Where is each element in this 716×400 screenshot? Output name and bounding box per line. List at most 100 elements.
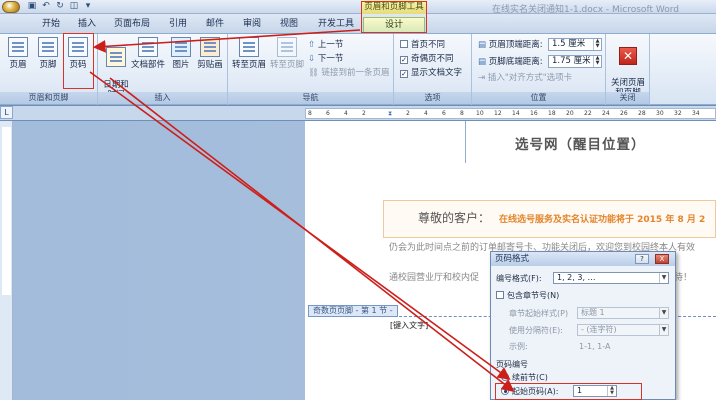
spinner-arrows-icon[interactable]: ▲ ▼ — [593, 39, 601, 50]
link-to-previous-button[interactable]: ⛓ 链接到前一条页眉 — [308, 67, 390, 79]
show-document-text-checkbox[interactable]: ✓ 显示文档文字 — [400, 67, 462, 79]
ribbon: 页眉 页脚 页码 页眉和页脚 日期和 时间 文档部件 — [0, 33, 716, 105]
page-number-format-dialog: 页码格式 ? X 编号格式(F): 1, 2, 3, … ▼ 包含章节号(N) … — [490, 251, 676, 400]
ruler-tick: 30 — [656, 110, 664, 117]
date-time-button[interactable]: 日期和 时间 — [102, 37, 130, 100]
first-page-different-box — [400, 40, 408, 48]
start-at-highlight — [495, 383, 642, 400]
customize-qat-icon[interactable]: ▾ — [82, 1, 94, 12]
picture-icon — [171, 37, 191, 57]
header-label: 页眉 — [9, 60, 27, 70]
dialog-close-button[interactable]: X — [655, 254, 669, 264]
header-top-distance-label: ▤ 页眉顶端距离: — [478, 39, 543, 51]
example-value: 1-1, 1-A — [579, 342, 611, 351]
header-top-text: 页眉顶端距离: — [488, 40, 543, 50]
tab-page-layout[interactable]: 页面布局 — [112, 17, 152, 33]
redo-icon[interactable]: ↻ — [54, 1, 66, 12]
number-format-select[interactable]: 1, 2, 3, … ▼ — [553, 272, 669, 284]
doc-parts-label: 文档部件 — [130, 60, 165, 70]
ruler-tick: 4 — [424, 110, 428, 117]
clipart-button[interactable]: 剪贴画 — [196, 37, 224, 89]
group-insert: 日期和 时间 文档部件 图片 剪贴画 插入 — [98, 34, 228, 105]
insert-alignment-tab-button[interactable]: ⇥ 插入"对齐方式"选项卡 — [478, 72, 572, 84]
dropdown-arrow-icon: ▼ — [659, 273, 668, 283]
continue-previous-radio[interactable]: 续前节(C) — [501, 372, 548, 383]
tab-review[interactable]: 审阅 — [239, 17, 265, 33]
ribbon-tabs: 开始 插入 页面布局 引用 邮件 审阅 视图 开发工具 设计 — [0, 14, 716, 33]
prev-section-button[interactable]: ⇧ 上一节 — [308, 39, 343, 51]
goto-footer-label: 转至页脚 — [270, 60, 305, 70]
tab-developer[interactable]: 开发工具 — [311, 17, 361, 33]
group-label-header-footer: 页眉和页脚 — [0, 92, 97, 104]
group-label-position: 位置 — [472, 92, 605, 104]
group-label-insert: 插入 — [98, 92, 227, 104]
tab-mailings[interactable]: 邮件 — [202, 17, 228, 33]
page-number-highlight — [63, 33, 94, 89]
body-text-line-2[interactable]: 通校园营业厅和校内促 — [389, 270, 479, 283]
office-button[interactable] — [2, 1, 20, 13]
odd-even-different-label: 奇偶页不同 — [411, 54, 454, 64]
save-icon[interactable]: ▣ — [26, 1, 38, 12]
group-label-options: 选项 — [394, 92, 471, 104]
tab-references[interactable]: 引用 — [165, 17, 191, 33]
header-text[interactable]: 选号网（醒目位置） — [515, 133, 646, 153]
tab-insert[interactable]: 插入 — [74, 17, 100, 33]
goto-header-label: 转至页眉 — [232, 60, 267, 70]
undo-icon[interactable]: ↶ — [40, 1, 52, 12]
footer-button[interactable]: 页脚 — [36, 37, 60, 89]
separator-value: - (连字符) — [581, 325, 617, 334]
show-document-text-label: 显示文档文字 — [411, 68, 463, 78]
horizontal-ruler[interactable]: 8 6 4 2 ⧗ 2 4 6 8 10 12 14 16 18 20 22 2… — [305, 108, 716, 119]
ruler-tick: 6 — [326, 110, 330, 117]
help-button[interactable]: ? — [635, 254, 649, 264]
greeting-text[interactable]: 尊敬的客户： — [418, 209, 490, 226]
tab-home[interactable]: 开始 — [38, 17, 64, 33]
first-page-different-label: 首页不同 — [411, 40, 446, 50]
vertical-ruler[interactable] — [0, 121, 13, 400]
tab-view[interactable]: 视图 — [276, 17, 302, 33]
group-label-close: 关闭 — [606, 92, 649, 104]
header-top-distance-input[interactable]: 1.5 厘米 ▲ ▼ — [548, 38, 602, 51]
tab-selector[interactable]: L — [0, 106, 13, 119]
prev-section-icon: ⇧ — [308, 40, 318, 50]
group-options: 首页不同 ✓ 奇偶页不同 ✓ 显示文档文字 选项 — [394, 34, 472, 105]
title-bar: ▣ ↶ ↻ ◫ ▾ 页眉和页脚工具 在线实名关闭通知1-1.docx - Mic… — [0, 0, 716, 15]
goto-header-button[interactable]: 转至页眉 — [232, 37, 266, 89]
close-header-footer-button[interactable]: ✕ 关闭页眉 和页脚 — [609, 37, 647, 98]
print-preview-icon[interactable]: ◫ — [68, 1, 80, 12]
picture-button[interactable]: 图片 — [170, 37, 192, 89]
footer-placeholder[interactable]: [键入文字] — [390, 320, 428, 331]
ruler-tick: 18 — [548, 110, 556, 117]
header-top-value: 1.5 厘米 — [552, 39, 586, 49]
chapter-style-select[interactable]: 标题 1 ▼ — [577, 307, 669, 319]
body-text-line-2-tail[interactable]: 待！ — [674, 270, 692, 283]
notice-text[interactable]: 在线选号服务及实名认证功能将于 2015 年 8 月 2 — [499, 212, 705, 225]
separator-select[interactable]: - (连字符) ▼ — [577, 324, 669, 336]
ruler-tick: 2 — [406, 110, 410, 117]
ruler-tick: 20 — [566, 110, 574, 117]
indent-marker-icon[interactable]: ⧗ — [388, 110, 392, 118]
goto-footer-icon — [277, 37, 297, 57]
odd-even-different-checkbox[interactable]: ✓ 奇偶页不同 — [400, 53, 454, 65]
footer-bottom-distance-input[interactable]: 1.75 厘米 ▲ ▼ — [548, 55, 602, 68]
spinner-arrows-icon[interactable]: ▲ ▼ — [593, 56, 601, 67]
dropdown-arrow-icon: ▼ — [659, 325, 668, 335]
ruler-tick: 4 — [344, 110, 348, 117]
first-page-different-checkbox[interactable]: 首页不同 — [400, 39, 445, 51]
include-chapter-checkbox[interactable]: 包含章节号(N) — [496, 290, 559, 301]
link-icon: ⛓ — [308, 68, 322, 78]
dropdown-arrow-icon: ▼ — [659, 308, 668, 318]
next-section-button[interactable]: ⇩ 下一节 — [308, 53, 343, 65]
alignment-tab-icon: ⇥ — [478, 73, 488, 83]
ruler-tick: 24 — [602, 110, 610, 117]
separator-label: 使用分隔符(E): — [509, 326, 563, 335]
next-section-label: 下一节 — [317, 54, 344, 64]
continue-previous-radio-dot — [501, 373, 509, 381]
ruler-tick: 16 — [530, 110, 538, 117]
calendar-icon — [106, 47, 126, 67]
clipart-label: 剪贴画 — [197, 60, 223, 70]
header-button[interactable]: 页眉 — [6, 37, 30, 89]
doc-parts-button[interactable]: 文档部件 — [130, 37, 166, 89]
goto-footer-button[interactable]: 转至页脚 — [270, 37, 304, 89]
close-icon: ✕ — [619, 47, 637, 65]
